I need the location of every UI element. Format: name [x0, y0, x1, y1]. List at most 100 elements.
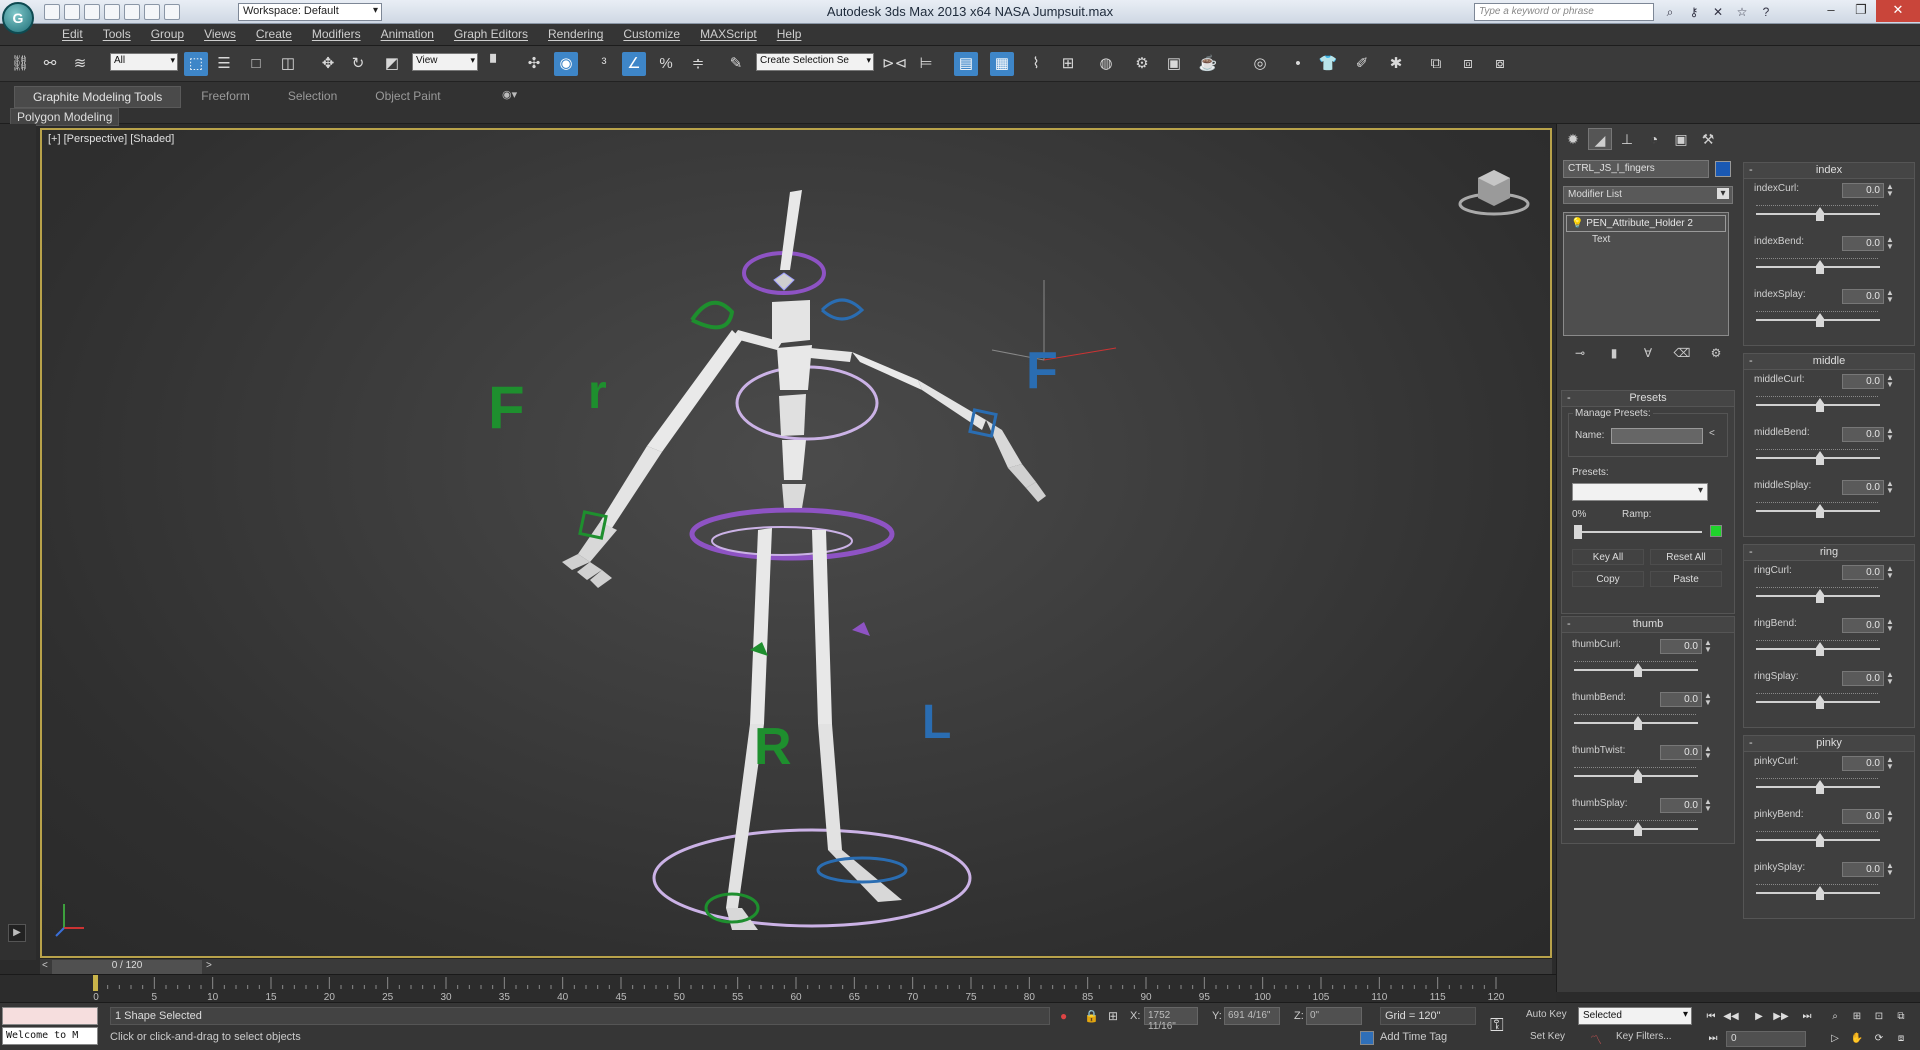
zoom-all-icon[interactable]: ⊞ — [1848, 1009, 1866, 1025]
indexbend-spinner-icon[interactable]: ▲ ▼ — [1886, 236, 1894, 251]
ground-control-ring[interactable] — [652, 828, 972, 928]
modifier-stack-sub[interactable]: Text — [1564, 234, 1728, 245]
select-object-icon[interactable]: ⬚ — [184, 52, 208, 76]
modify-tab-icon[interactable]: ◢ — [1588, 128, 1612, 150]
time-prev-icon[interactable]: < — [42, 960, 48, 971]
head-marker[interactable] — [773, 272, 795, 291]
key-mode-select[interactable]: Selected — [1578, 1007, 1692, 1025]
help-icon[interactable]: ? — [1756, 3, 1776, 21]
rendered-frame-icon[interactable]: ▣ — [1162, 52, 1186, 76]
thumbsplay-knob[interactable] — [1634, 822, 1642, 836]
ramp-slider-knob[interactable] — [1574, 525, 1582, 539]
maximize-viewport-icon[interactable]: ⧉ — [1892, 1009, 1910, 1025]
app-logo[interactable]: G — [2, 2, 34, 34]
create-tab-icon[interactable]: ✹ — [1561, 128, 1585, 150]
menu-views[interactable]: Views — [194, 24, 246, 45]
menu-group[interactable]: Group — [141, 24, 194, 45]
next-frame-icon[interactable]: ▶▶ — [1772, 1009, 1790, 1025]
fk-letter-right[interactable]: F — [1026, 342, 1058, 400]
left-upper-arm[interactable] — [647, 330, 742, 452]
set-key-icon[interactable]: ⚿ — [1490, 1015, 1504, 1036]
maxscript-listener-mini[interactable] — [2, 1007, 98, 1025]
head-bone[interactable] — [780, 190, 802, 270]
ribbon-tab-graphite-modeling-tools[interactable]: Graphite Modeling Tools — [14, 86, 182, 108]
ringcurl-field[interactable]: 0.0 — [1842, 565, 1884, 580]
middlecurl-knob[interactable] — [1816, 398, 1824, 412]
save-file-icon[interactable] — [84, 4, 100, 20]
right-knee-marker[interactable] — [852, 622, 870, 636]
scene-explorer-icon[interactable]: ◎ — [1248, 52, 1272, 76]
key-mode-icon[interactable]: ⏭ — [1704, 1031, 1722, 1047]
ringbend-field[interactable]: 0.0 — [1842, 618, 1884, 633]
isolate-selection-icon[interactable]: ● — [1060, 1009, 1067, 1023]
thumbtwist-field[interactable]: 0.0 — [1660, 745, 1702, 760]
pin-stack-icon[interactable]: ⊸ — [1571, 344, 1589, 362]
right-upper-arm[interactable] — [852, 352, 922, 390]
indexcurl-knob[interactable] — [1816, 207, 1824, 221]
weight-tool-icon[interactable]: ⧇ — [1488, 52, 1512, 76]
thumbtwist-spinner-icon[interactable]: ▲ ▼ — [1704, 745, 1712, 760]
pinkysplay-knob[interactable] — [1816, 886, 1824, 900]
ringsplay-knob[interactable] — [1816, 695, 1824, 709]
ringsplay-field[interactable]: 0.0 — [1842, 671, 1884, 686]
middlesplay-knob[interactable] — [1816, 504, 1824, 518]
ringsplay-spinner-icon[interactable]: ▲ ▼ — [1886, 671, 1894, 686]
ribbon-tab-object-paint[interactable]: Object Paint — [357, 86, 458, 108]
rig-scene[interactable]: F r F R L — [42, 130, 1550, 956]
render-teapot-icon[interactable]: ☕ — [1196, 52, 1220, 76]
preset-name-input[interactable] — [1611, 428, 1703, 444]
ribbon-tab-selection[interactable]: Selection — [270, 86, 355, 108]
z-coord-field[interactable]: 0" — [1306, 1007, 1362, 1025]
ribbon-tab-freeform[interactable]: Freeform — [183, 86, 268, 108]
material-editor-icon[interactable]: ◍ — [1094, 52, 1118, 76]
modifier-stack[interactable]: 💡 PEN_Attribute_Holder 2 Text — [1563, 212, 1729, 336]
percent-snap-icon[interactable]: % — [654, 52, 678, 76]
middlecurl-field[interactable]: 0.0 — [1842, 374, 1884, 389]
paint-tool-icon[interactable]: ✐ — [1350, 52, 1374, 76]
left-shoulder-control[interactable] — [690, 300, 735, 330]
middlesplay-spinner-icon[interactable]: ▲ ▼ — [1886, 480, 1894, 495]
right-shoulder-control[interactable] — [820, 298, 865, 321]
l-letter-right[interactable]: L — [922, 696, 951, 749]
pinkycurl-field[interactable]: 0.0 — [1842, 756, 1884, 771]
middlebend-field[interactable]: 0.0 — [1842, 427, 1884, 442]
menu-customize[interactable]: Customize — [613, 24, 690, 45]
indexsplay-knob[interactable] — [1816, 313, 1824, 327]
key-all-button[interactable]: Key All — [1572, 549, 1644, 565]
link-icon[interactable]: ⛓ — [8, 52, 32, 76]
workspace-select[interactable]: Workspace: Default — [238, 3, 382, 21]
indexsplay-field[interactable]: 0.0 — [1842, 289, 1884, 304]
maximize-toggle-icon[interactable]: ⧈ — [1892, 1031, 1910, 1047]
goto-end-icon[interactable]: ⏭ — [1798, 1009, 1816, 1025]
keyword-search-input[interactable]: Type a keyword or phrase — [1474, 3, 1654, 21]
menu-maxscript[interactable]: MAXScript — [690, 24, 767, 45]
exchange-icon[interactable]: ✕ — [1708, 3, 1728, 21]
keyboard-shortcut-icon[interactable]: ◉ — [554, 52, 578, 76]
pivot-center-icon[interactable]: ▘ — [484, 52, 508, 76]
window-crossing-icon[interactable]: ◫ — [276, 52, 300, 76]
time-tag-icon[interactable] — [1360, 1031, 1374, 1045]
menu-graph-editors[interactable]: Graph Editors — [444, 24, 538, 45]
modifier-stack-item[interactable]: 💡 PEN_Attribute_Holder 2 — [1566, 215, 1726, 232]
ringcurl-spinner-icon[interactable]: ▲ ▼ — [1886, 565, 1894, 580]
preset-save-icon[interactable]: < — [1709, 428, 1715, 439]
pelvis-bone[interactable] — [782, 484, 806, 508]
thumbtwist-knob[interactable] — [1634, 769, 1642, 783]
menu-modifiers[interactable]: Modifiers — [302, 24, 371, 45]
perspective-viewport[interactable]: [+] [Perspective] [Shaded] F r F R L — [40, 128, 1552, 958]
time-slider[interactable]: < 0 / 120 > — [40, 958, 1552, 974]
prev-frame-icon[interactable]: ◀◀ — [1722, 1009, 1740, 1025]
rotate-icon[interactable]: ↻ — [346, 52, 370, 76]
scale-icon[interactable]: ◩ — [380, 52, 404, 76]
fov-icon[interactable]: ▷ — [1826, 1031, 1844, 1047]
track-bar-ruler[interactable]: 0 5 10 15 20 25 30 35 40 45 50 55 60 65 70 75 80 85 90 95 10… — [0, 975, 1556, 1003]
time-next-icon[interactable]: > — [206, 960, 212, 971]
presets-select[interactable] — [1572, 483, 1708, 501]
close-icon[interactable]: ✕ — [1876, 0, 1920, 22]
current-frame-field[interactable]: 0 — [1726, 1031, 1806, 1047]
object-color-swatch[interactable] — [1715, 161, 1731, 177]
r-letter-bottom[interactable]: R — [754, 718, 792, 776]
ringbend-spinner-icon[interactable]: ▲ ▼ — [1886, 618, 1894, 633]
pinkysplay-field[interactable]: 0.0 — [1842, 862, 1884, 877]
hold-icon[interactable] — [104, 4, 120, 20]
